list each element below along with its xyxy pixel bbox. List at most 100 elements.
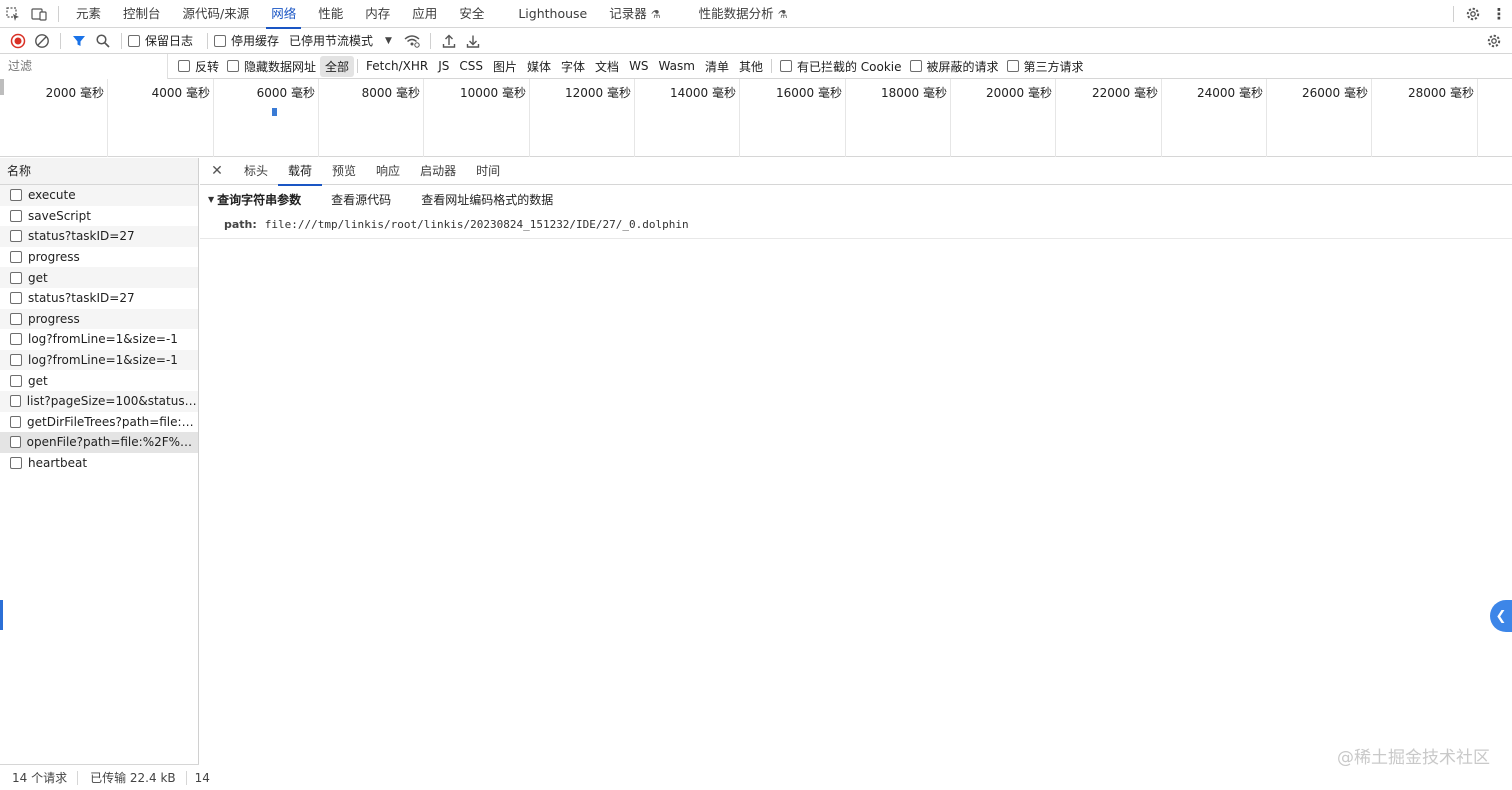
filter-type-ws[interactable]: WS (624, 57, 653, 75)
request-row[interactable]: saveScript (0, 206, 198, 227)
tab-network[interactable]: 网络 (260, 0, 307, 29)
filter-type-other[interactable]: 其他 (734, 56, 768, 77)
request-row[interactable]: log?fromLine=1&size=-1 (0, 349, 198, 371)
request-row[interactable]: progress (0, 247, 198, 268)
tab-payload[interactable]: 载荷 (278, 158, 323, 186)
filter-type-media[interactable]: 媒体 (522, 56, 556, 77)
filter-type-css[interactable]: CSS (454, 57, 488, 75)
search-icon[interactable] (91, 29, 115, 53)
checkbox[interactable] (10, 354, 22, 367)
tab-performance[interactable]: 性能 (307, 0, 354, 28)
filter-type-js[interactable]: JS (433, 57, 454, 75)
network-overview-timeline[interactable]: 2000 毫秒 4000 毫秒 6000 毫秒 8000 毫秒 10000 毫秒… (0, 79, 1512, 157)
filter-type-manifest[interactable]: 清单 (700, 56, 734, 77)
disable-cache-checkbox[interactable]: 停用缓存 (214, 32, 279, 49)
import-har-icon[interactable] (437, 29, 461, 53)
overview-tick-label: 10000 毫秒 (460, 86, 526, 100)
overview-tick-label: 26000 毫秒 (1302, 86, 1368, 100)
hide-data-urls-checkbox[interactable]: 隐藏数据网址 (227, 58, 316, 75)
checkbox[interactable] (10, 374, 22, 387)
filter-input[interactable] (0, 53, 168, 79)
filter-type-wasm[interactable]: Wasm (654, 57, 700, 75)
checkbox[interactable] (10, 436, 21, 449)
tab-console[interactable]: 控制台 (112, 0, 172, 28)
checkbox[interactable] (10, 271, 22, 284)
checkbox[interactable] (10, 415, 21, 428)
checkbox[interactable] (178, 60, 190, 72)
filter-icon[interactable] (67, 29, 91, 53)
overview-column: 26000 毫秒 (1267, 79, 1372, 157)
checkbox[interactable] (10, 189, 22, 202)
tab-elements[interactable]: 元素 (65, 0, 112, 28)
filter-type-all[interactable]: 全部 (320, 55, 355, 77)
request-row[interactable]: getDirFileTrees?path=file:%2F... (0, 412, 198, 433)
close-icon[interactable]: ✕ (208, 162, 226, 180)
filter-type-img[interactable]: 图片 (488, 56, 522, 77)
blocked-cookies-checkbox[interactable]: 有已拦截的 Cookie (779, 58, 902, 75)
settings-gear-icon[interactable] (1460, 1, 1486, 27)
blocked-requests-checkbox[interactable]: 被屏蔽的请求 (909, 58, 999, 75)
request-count: 14 个请求 (0, 770, 79, 785)
filter-type-font[interactable]: 字体 (556, 56, 590, 77)
tab-sources[interactable]: 源代码/来源 (172, 0, 261, 28)
tab-headers[interactable]: 标头 (234, 158, 278, 185)
filter-type-doc[interactable]: 文档 (590, 56, 624, 77)
tab-timing[interactable]: 时间 (466, 158, 510, 185)
more-options-icon[interactable]: ⋮ (1486, 1, 1512, 27)
request-row[interactable]: status?taskID=27 (0, 288, 198, 309)
checkbox[interactable] (10, 333, 22, 346)
device-toolbar-icon[interactable] (26, 1, 52, 27)
tab-lighthouse[interactable]: Lighthouse (507, 0, 598, 28)
request-row[interactable]: log?fromLine=1&size=-1 (0, 329, 198, 350)
checkbox[interactable] (10, 251, 22, 264)
request-row[interactable]: heartbeat (0, 453, 198, 474)
tab-memory[interactable]: 内存 (354, 0, 401, 28)
request-row[interactable]: get (0, 267, 198, 288)
checkbox[interactable] (10, 312, 22, 325)
overview-tick-label: 6000 毫秒 (256, 86, 315, 100)
tab-recorder[interactable]: 记录器 ⚗ (598, 0, 671, 28)
expand-triangle-icon[interactable]: ▼ (208, 195, 214, 204)
tab-preview[interactable]: 预览 (322, 158, 366, 185)
filter-type-fetch-xhr[interactable]: Fetch/XHR (361, 57, 433, 75)
tab-security[interactable]: 安全 (448, 0, 495, 28)
checkbox[interactable] (909, 60, 922, 72)
view-url-encoded-link[interactable]: 查看网址编码格式的数据 (421, 191, 553, 208)
checkbox[interactable] (1006, 60, 1019, 72)
checkbox[interactable] (10, 457, 22, 470)
checkbox[interactable] (10, 209, 22, 222)
tab-initiator[interactable]: 启动器 (410, 158, 466, 185)
invert-checkbox[interactable]: 反转 (178, 58, 219, 75)
request-row[interactable]: status?taskID=27 (0, 226, 198, 247)
checkbox[interactable] (227, 60, 240, 72)
throttling-select[interactable]: 已停用节流模式 ▼ (289, 32, 392, 49)
request-row[interactable]: get (0, 370, 198, 391)
column-header-name[interactable]: 名称 (0, 158, 198, 185)
tab-response[interactable]: 响应 (366, 158, 410, 185)
checkbox[interactable] (10, 395, 21, 408)
section-header[interactable]: ▼ 查询字符串参数 查看源代码 查看网址编码格式的数据 (200, 185, 1512, 213)
request-row[interactable]: progress (0, 308, 198, 330)
request-row[interactable]: execute (0, 185, 198, 206)
checkbox[interactable] (214, 34, 227, 47)
inspect-element-icon[interactable] (0, 1, 26, 27)
checkbox[interactable] (10, 230, 22, 243)
third-party-checkbox[interactable]: 第三方请求 (1006, 58, 1084, 75)
request-row-selected[interactable]: openFile?path=file:%2F%2F%2... (0, 432, 198, 453)
checkbox[interactable] (10, 292, 22, 305)
export-har-icon[interactable] (461, 29, 485, 53)
checkbox[interactable] (779, 60, 792, 72)
tab-application[interactable]: 应用 (401, 0, 448, 28)
request-row[interactable]: list?pageSize=100&status=Ru... (0, 390, 198, 412)
tab-performance-insights[interactable]: 性能数据分析 ⚗ (688, 0, 799, 28)
divider (429, 32, 431, 49)
clear-icon[interactable] (30, 29, 54, 53)
chevron-down-icon: ▼ (385, 35, 392, 46)
network-conditions-icon[interactable] (400, 29, 424, 53)
checkbox[interactable] (128, 34, 140, 47)
stop-recording-button[interactable] (6, 29, 30, 53)
network-settings-gear-icon[interactable] (1482, 29, 1506, 53)
divider (357, 59, 359, 73)
view-source-link[interactable]: 查看源代码 (331, 191, 391, 208)
preserve-log-checkbox[interactable]: 保留日志 (128, 32, 193, 49)
